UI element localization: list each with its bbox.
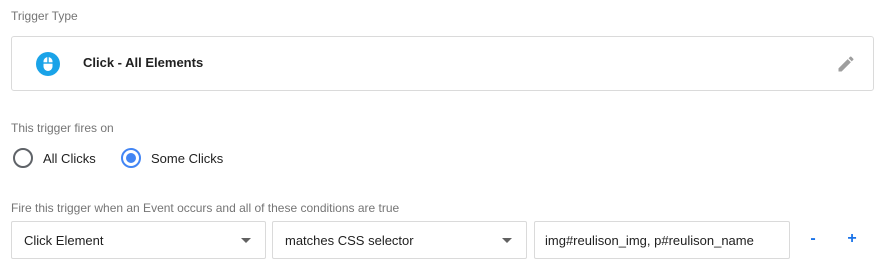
dropdown-arrow-icon — [502, 238, 512, 243]
remove-condition-button[interactable]: - — [803, 229, 823, 249]
variable-select-value: Click Element — [24, 233, 104, 248]
fires-on-label: This trigger fires on — [11, 121, 114, 135]
mouse-icon — [36, 52, 60, 76]
radio-button-unchecked[interactable] — [13, 148, 33, 168]
conditions-label: Fire this trigger when an Event occurs a… — [11, 201, 400, 215]
trigger-type-name: Click - All Elements — [83, 55, 204, 70]
condition-value-input[interactable] — [534, 221, 790, 259]
add-condition-button[interactable]: + — [842, 229, 862, 249]
radio-some-clicks-label: Some Clicks — [151, 151, 224, 166]
trigger-type-label: Trigger Type — [11, 9, 78, 23]
radio-button-checked[interactable] — [121, 148, 141, 168]
pencil-icon[interactable] — [836, 54, 856, 74]
radio-all-clicks-label: All Clicks — [43, 151, 96, 166]
operator-select-value: matches CSS selector — [285, 233, 414, 248]
operator-select[interactable]: matches CSS selector — [272, 221, 527, 259]
radio-selected-dot — [126, 153, 136, 163]
trigger-type-card[interactable]: Click - All Elements — [11, 36, 874, 91]
variable-select[interactable]: Click Element — [11, 221, 266, 259]
dropdown-arrow-icon — [241, 238, 251, 243]
condition-row: Click Element matches CSS selector - + — [11, 221, 871, 259]
